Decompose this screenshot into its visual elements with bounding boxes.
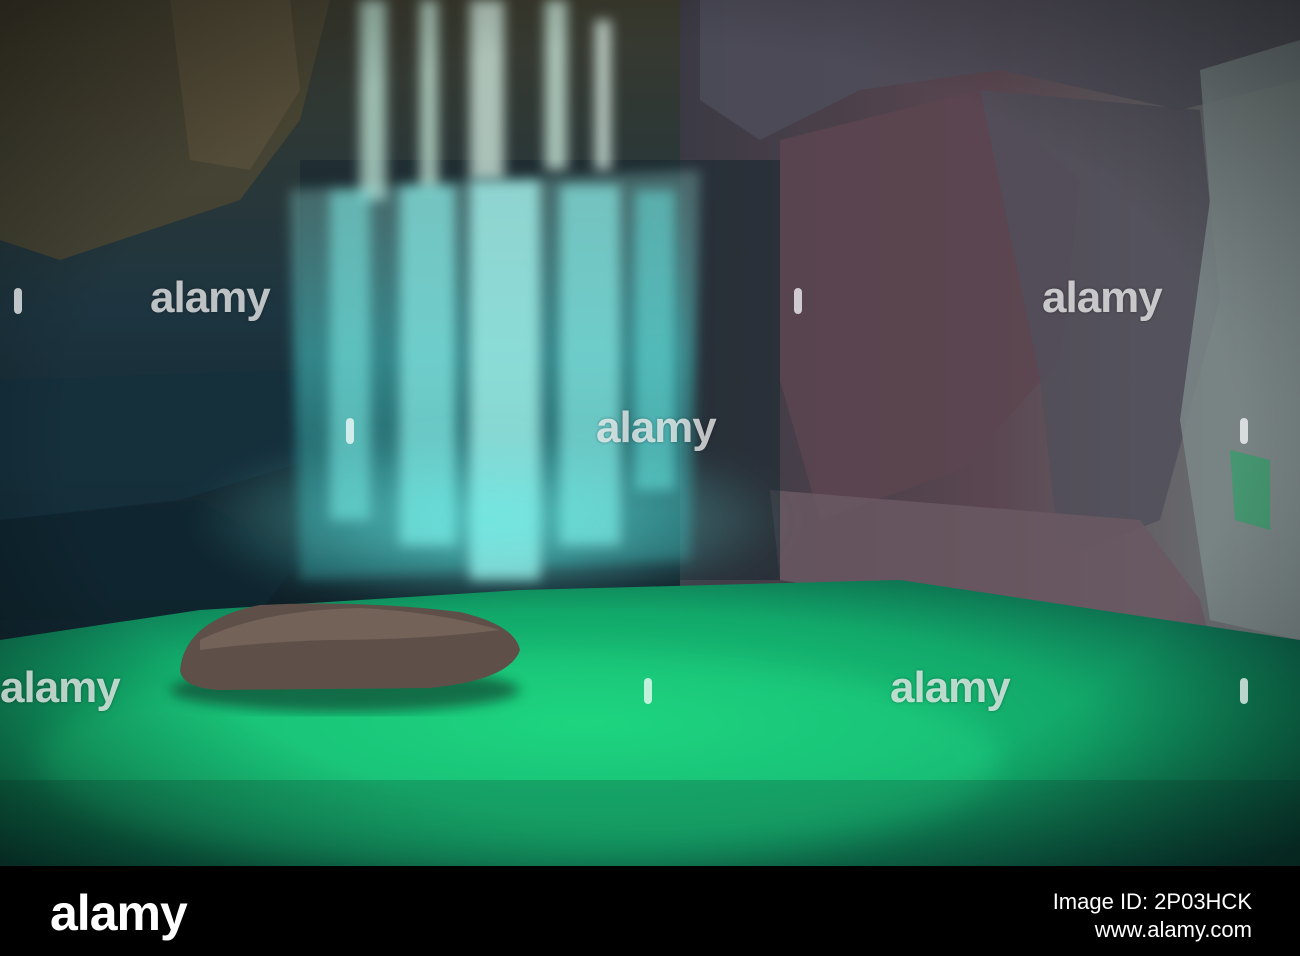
photo: alamy alamy alamy alamy alamy (0, 0, 1300, 866)
watermark: alamy (890, 663, 1011, 712)
image-meta: Image ID: 2P03HCK www.alamy.com (1053, 888, 1252, 944)
watermark-mark (1240, 678, 1248, 704)
watermark: alamy (150, 273, 271, 322)
site-url: www.alamy.com (1094, 917, 1252, 942)
watermark: alamy (0, 663, 121, 712)
footer-bar: alamy Image ID: 2P03HCK www.alamy.com (0, 866, 1300, 956)
watermark-mark (346, 418, 354, 444)
watermark: alamy (596, 403, 717, 452)
alamy-logo: alamy (50, 885, 188, 941)
watermark-mark (794, 288, 802, 314)
watermark-mark (644, 678, 652, 704)
watermark: alamy (1042, 273, 1163, 322)
watermark-mark (14, 288, 22, 314)
watermark-mark (1240, 418, 1248, 444)
image-id: Image ID: 2P03HCK (1052, 889, 1252, 914)
